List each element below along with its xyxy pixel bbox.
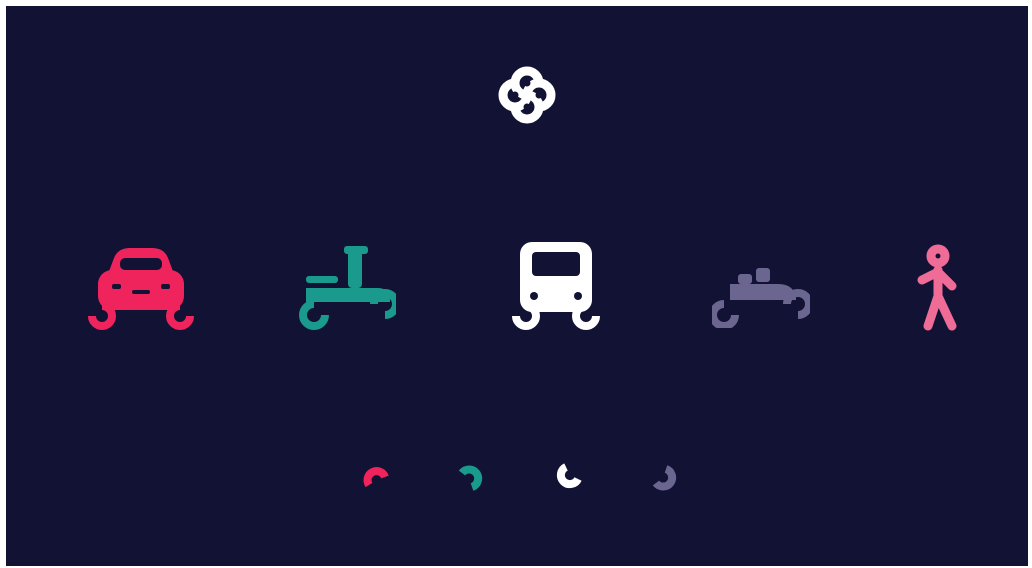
knot-logo-icon bbox=[491, 59, 563, 131]
dot-arc-red-icon bbox=[358, 459, 394, 495]
progress-dots bbox=[6, 459, 1028, 499]
bus-icon bbox=[506, 238, 606, 332]
splash-screen bbox=[6, 6, 1028, 566]
dot-arc-white-icon bbox=[550, 459, 586, 495]
dot-arc-teal-icon bbox=[452, 459, 488, 495]
pedestrian-icon bbox=[908, 244, 968, 336]
bike-icon bbox=[712, 264, 810, 328]
dot-arc-grey-icon bbox=[646, 459, 682, 495]
scooter-icon bbox=[298, 242, 396, 330]
car-icon bbox=[84, 244, 198, 332]
